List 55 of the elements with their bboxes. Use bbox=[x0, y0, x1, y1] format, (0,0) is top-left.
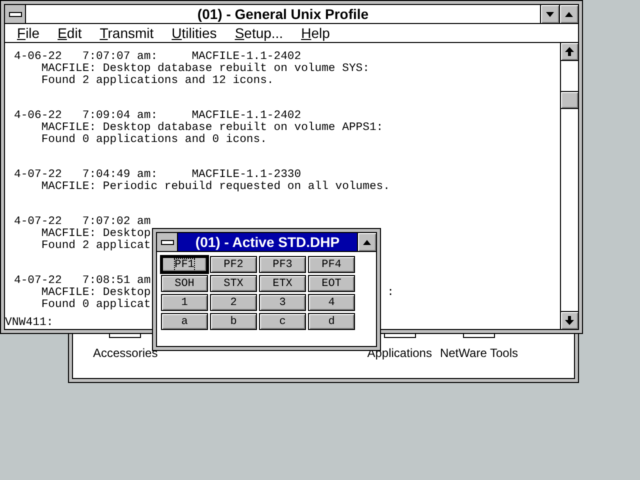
minimize-icon[interactable] bbox=[546, 12, 554, 16]
key-button[interactable]: ETX bbox=[259, 275, 306, 292]
group-label[interactable]: Accessories bbox=[93, 346, 158, 360]
key-button[interactable]: PF3 bbox=[259, 256, 306, 273]
key-button[interactable]: PF2 bbox=[210, 256, 257, 273]
key-button[interactable]: STX bbox=[210, 275, 257, 292]
key-button[interactable]: c bbox=[259, 313, 306, 330]
menu-item[interactable]: Setup... bbox=[234, 24, 284, 42]
log-line: Found 2 applicat bbox=[40, 240, 151, 252]
system-menu-icon[interactable] bbox=[160, 240, 174, 244]
key-button[interactable]: 3 bbox=[259, 294, 306, 311]
key-button[interactable]: 4 bbox=[308, 294, 355, 311]
log-line: Found 2 applications and 12 icons. bbox=[40, 75, 274, 87]
menu-item[interactable]: Help bbox=[301, 24, 330, 42]
log-line: MACFILE: Desktop database rebuilt on volume SYS: bbox=[40, 63, 370, 75]
log-line: MACFILE: Desktop bbox=[40, 287, 151, 299]
window-title: (01) - Active STD.DHP bbox=[194, 233, 341, 251]
log-line: Found 0 applicat bbox=[40, 299, 151, 311]
log-line: 4-07-22 7:08:51 am bbox=[13, 275, 151, 287]
system-menu-icon[interactable] bbox=[8, 12, 22, 16]
log-line: MACFILE: Periodic rebuild requested on all volumes. bbox=[40, 181, 390, 193]
log-line: MACFILE: Desktop bbox=[40, 228, 151, 240]
key-button[interactable]: a bbox=[161, 313, 208, 330]
command-prompt: VNW411: bbox=[5, 317, 54, 329]
group-label[interactable]: Applications bbox=[367, 346, 432, 360]
log-text: : bbox=[387, 287, 394, 299]
log-line: Found 0 applications and 0 icons. bbox=[40, 134, 267, 146]
scroll-down-icon[interactable] bbox=[565, 316, 574, 325]
menu-item[interactable]: Edit bbox=[58, 24, 82, 42]
menu-item[interactable]: File bbox=[17, 24, 40, 42]
menu-item[interactable]: Utilities bbox=[172, 24, 217, 42]
key-button[interactable]: 2 bbox=[210, 294, 257, 311]
scroll-bar[interactable] bbox=[560, 43, 578, 329]
key-button[interactable]: SOH bbox=[161, 275, 208, 292]
key-button[interactable]: PF1 bbox=[161, 256, 208, 273]
log-line: 4-06-22 7:07:07 am: MACFILE-1.1-2402 bbox=[13, 51, 302, 63]
log-line: 4-06-22 7:09:04 am: MACFILE-1.1-2402 bbox=[13, 110, 302, 122]
log-line: MACFILE: Desktop database rebuilt on volume APPS1: bbox=[40, 122, 384, 134]
window-title: (01) - General Unix Profile bbox=[196, 5, 370, 23]
key-button[interactable]: EOT bbox=[308, 275, 355, 292]
group-icon[interactable] bbox=[109, 334, 142, 338]
scroll-thumb[interactable] bbox=[561, 91, 578, 109]
maximize-icon[interactable] bbox=[565, 12, 573, 16]
scroll-up-icon[interactable] bbox=[565, 47, 574, 56]
group-icon[interactable] bbox=[462, 334, 495, 338]
group-icon[interactable] bbox=[384, 334, 416, 338]
key-button[interactable]: d bbox=[308, 313, 355, 330]
group-label[interactable]: NetWare Tools bbox=[440, 346, 518, 360]
maximize-icon[interactable] bbox=[363, 240, 371, 244]
log-line: 4-07-22 7:07:02 am bbox=[13, 216, 151, 228]
key-button[interactable]: b bbox=[210, 313, 257, 330]
key-button[interactable]: 1 bbox=[161, 294, 208, 311]
log-line: 4-07-22 7:04:49 am: MACFILE-1.1-2330 bbox=[13, 169, 302, 181]
key-button[interactable]: PF4 bbox=[308, 256, 355, 273]
menu-item[interactable]: Transmit bbox=[100, 24, 154, 42]
